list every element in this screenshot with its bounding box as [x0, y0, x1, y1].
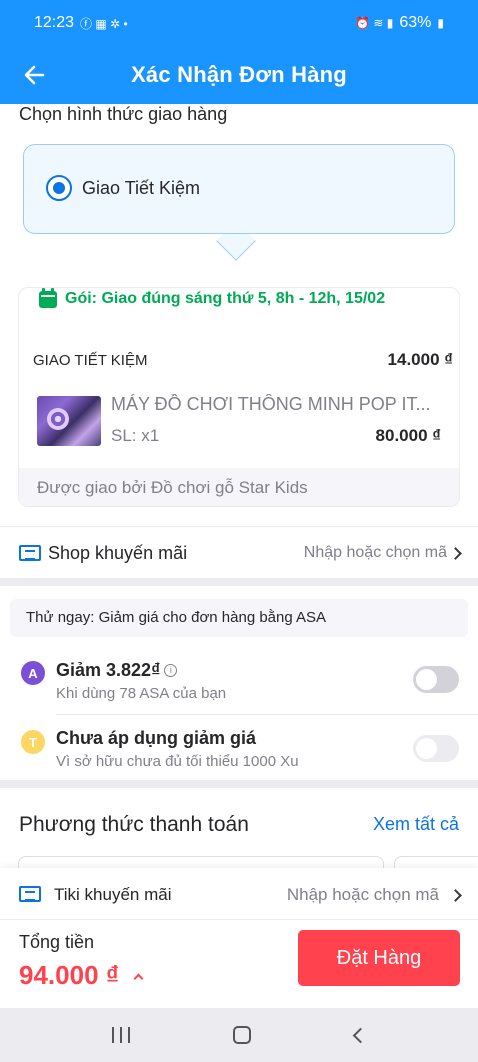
product-price: 80.000 ₫ [375, 426, 441, 445]
checkout-footer: Tiki khuyến mãi Nhập hoặc chọn mã Tổng t… [0, 868, 478, 1008]
shop-promo-row[interactable]: Shop khuyến mãi Nhập hoặc chọn mã [0, 526, 478, 580]
package-schedule: Gói: Giao đúng sáng thứ 5, 8h - 12h, 15/… [39, 288, 386, 312]
checkout-content[interactable]: Chọn hình thức giao hàng Giao Tiết Kiệm … [0, 104, 478, 868]
ticket-icon [19, 886, 41, 902]
xu-discount-sub: Vì sở hữu chưa đủ tối thiểu 1000 Xu [56, 753, 299, 770]
seller-info: Được giao bởi Đồ chơi gỗ Star Kids [19, 468, 459, 506]
place-order-button[interactable]: Đặt Hàng [298, 930, 460, 986]
calendar-icon [39, 288, 57, 308]
delivery-option-economy[interactable]: Giao Tiết Kiệm [23, 144, 455, 234]
home-icon[interactable] [233, 1026, 252, 1044]
system-back-icon[interactable] [352, 1027, 369, 1043]
asa-discount-title-text: Giảm 3.822₫ [56, 660, 161, 680]
payment-title: Phương thức thanh toán [19, 813, 249, 836]
asa-coin-icon: A [21, 661, 45, 685]
payment-option-card[interactable] [394, 856, 478, 868]
back-arrow-icon [24, 65, 45, 85]
signal-icons: ⏰ ≋ ▮ [355, 16, 394, 30]
tiki-promo-label: Tiki khuyến mãi [54, 885, 172, 904]
shop-promo-label: Shop khuyến mãi [48, 543, 188, 563]
radio-selected-icon[interactable] [46, 175, 72, 201]
asa-toggle[interactable] [413, 666, 459, 693]
see-all-link[interactable]: Xem tất cả [373, 814, 459, 835]
notification-icons: ⓕ ▦ ✲ • [80, 16, 128, 31]
chevron-right-icon [449, 546, 462, 560]
divider [56, 714, 478, 715]
package-card: Gói: Giao đúng sáng thứ 5, 8h - 12h, 15/… [18, 287, 460, 507]
delivery-section-title: Chọn hình thức giao hàng [19, 104, 228, 124]
shop-promo-hint[interactable]: Nhập hoặc chọn mã [303, 544, 462, 562]
battery-level: 63% [399, 14, 432, 31]
tiki-promo-row[interactable]: Tiki khuyến mãi Nhập hoặc chọn mã [0, 868, 478, 920]
app-bar: Xác Nhận Đơn Hàng [0, 46, 478, 104]
xu-discount-title: Chưa áp dụng giảm giá [56, 728, 257, 748]
asa-discount-title: Giảm 3.822₫ i [56, 660, 178, 681]
delivery-option-label: Giao Tiết Kiệm [82, 178, 201, 198]
page-title: Xác Nhận Đơn Hàng [131, 62, 347, 87]
total-value[interactable]: 94.000 ₫ [19, 960, 144, 991]
caret-up-icon[interactable] [133, 973, 144, 984]
tiki-promo-hint[interactable]: Nhập hoặc chọn mã [286, 885, 462, 905]
shipping-fee: 14.000 ₫ [387, 350, 453, 369]
system-nav-bar [0, 1008, 478, 1062]
product-quantity: SL: x1 [111, 426, 160, 445]
package-method: GIAO TIẾT KIỆM [33, 352, 148, 369]
product-name[interactable]: MÁY ĐỒ CHƠI THÔNG MINH POP IT... [111, 394, 441, 415]
total-label: Tổng tiền [19, 932, 95, 952]
asa-banner: Thử ngay: Giảm giá cho đơn hàng bằng ASA [10, 599, 468, 637]
ticket-icon [19, 545, 41, 561]
shop-promo-hint-text: Nhập hoặc chọn mã [303, 544, 447, 561]
status-time: 12:23 [34, 14, 75, 31]
package-schedule-text: Gói: Giao đúng sáng thứ 5, 8h - 12h, 15/… [65, 290, 386, 307]
recent-apps-icon[interactable] [111, 1027, 130, 1043]
xu-toggle[interactable] [413, 735, 459, 762]
product-thumbnail[interactable] [37, 396, 101, 446]
total-value-text: 94.000 ₫ [19, 960, 120, 990]
status-bar: 12:23 ⓕ ▦ ✲ • ⏰ ≋ ▮ 63% ▮ [0, 0, 478, 46]
back-button[interactable] [18, 58, 52, 92]
xu-coin-icon: T [21, 730, 45, 754]
asa-discount-sub: Khi dùng 78 ASA của bạn [56, 685, 227, 702]
payment-option-card[interactable] [18, 856, 384, 868]
battery-icon: ▮ [437, 16, 444, 30]
section-divider [0, 780, 478, 788]
tiki-promo-hint-text: Nhập hoặc chọn mã [286, 885, 439, 904]
section-divider [0, 578, 478, 586]
info-icon[interactable]: i [164, 664, 178, 677]
chevron-right-icon [449, 888, 462, 902]
